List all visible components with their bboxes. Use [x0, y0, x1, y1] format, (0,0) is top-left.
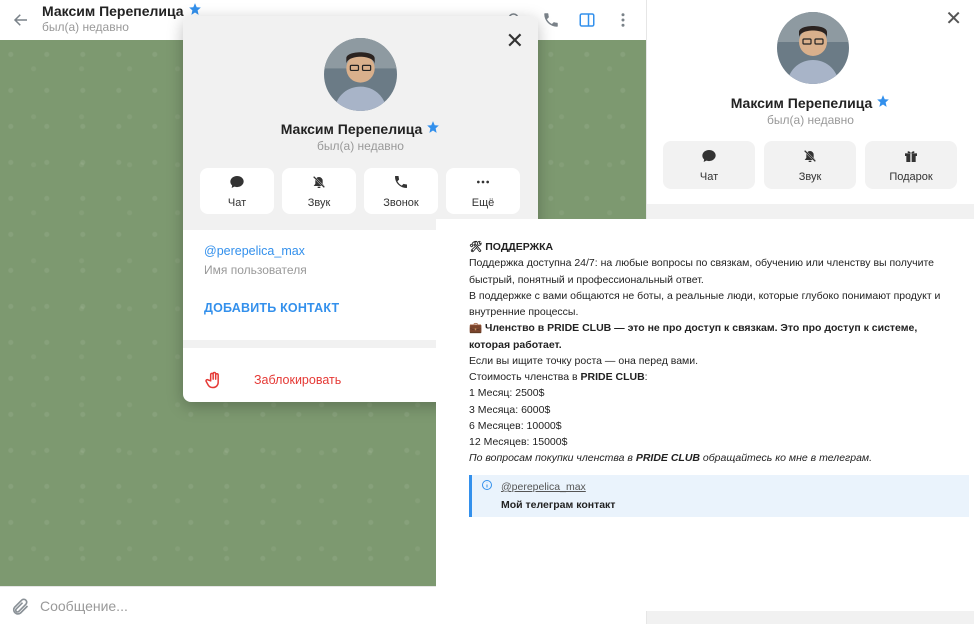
block-label: Заблокировать	[254, 373, 342, 387]
popup-status: был(а) недавно	[317, 139, 404, 153]
mute-icon	[802, 148, 818, 167]
note-club: PRIDE CLUB	[635, 452, 700, 465]
growth-text: Если вы ищите точку роста — она перед ва…	[469, 354, 699, 367]
right-panel-name: Максим Перепелица	[647, 94, 974, 111]
right-panel-chat-label: Чат	[699, 170, 719, 183]
contact-quote[interactable]: @perepelica_max Мой телеграм контакт	[469, 474, 969, 517]
right-panel-gift-label: Подарок	[889, 170, 933, 183]
popup-name: Максим Перепелица	[183, 120, 538, 137]
cost-label: Стоимость членства в PRIDE CLUB:	[469, 369, 958, 385]
more-button[interactable]: Ещё	[446, 168, 520, 214]
avatar[interactable]	[777, 12, 849, 84]
note-start: По вопросам покупки членства в	[469, 452, 636, 465]
quote-text: Мой телеграм контакт	[501, 498, 616, 511]
avatar[interactable]	[324, 38, 397, 111]
quote-username-link[interactable]: @perepelica_max	[501, 479, 969, 495]
right-panel-name-text: Максим Перепелица	[730, 94, 873, 111]
cost-label-end: :	[644, 371, 648, 384]
more-icon	[475, 174, 491, 193]
phone-icon[interactable]	[540, 9, 562, 31]
right-panel-gift-button[interactable]: Подарок	[865, 141, 957, 189]
message-card: 🛠 ПОДДЕРЖКА Поддержка доступна 24/7: на …	[436, 219, 974, 611]
price-item: 3 Месяца: 6000$	[469, 403, 551, 416]
info-icon	[481, 479, 493, 496]
support-title: 🛠 ПОДДЕРЖКА	[469, 241, 554, 253]
popup-name-text: Максим Перепелица	[280, 120, 423, 137]
mute-button[interactable]: Звук	[282, 168, 356, 214]
chat-icon	[229, 174, 245, 193]
right-panel-chat-button[interactable]: Чат	[663, 141, 755, 189]
hand-stop-icon	[204, 370, 228, 390]
chat-button-label: Чат	[227, 196, 247, 209]
mute-button-label: Звук	[307, 196, 331, 209]
membership-title: 💼 Членство в PRIDE CLUB — это не про дос…	[469, 322, 918, 351]
call-button[interactable]: Звонок	[364, 168, 438, 214]
mute-icon	[311, 174, 327, 193]
note-end: обращайтесь ко мне в телеграм.	[699, 452, 873, 465]
message-input[interactable]	[40, 597, 340, 614]
side-panel-toggle-icon[interactable]	[576, 9, 598, 31]
more-button-label: Ещё	[471, 196, 495, 209]
chat-icon	[701, 148, 717, 167]
phone-icon	[393, 174, 409, 193]
right-panel-header: ✕ Максим Перепелица был(а) недавно Чат З…	[647, 0, 974, 204]
chat-title-text: Максим Перепелица	[42, 2, 184, 19]
right-panel-mute-button[interactable]: Звук	[764, 141, 856, 189]
popup-actions: Чат Звук Звонок Ещё	[200, 168, 520, 214]
support-paragraph-1: Поддержка доступна 24/7: на любые вопрос…	[469, 257, 935, 286]
close-icon[interactable]: ✕	[945, 6, 962, 31]
cost-label-club: PRIDE CLUB	[580, 371, 645, 384]
purchase-note: По вопросам покупки членства в PRIDE CLU…	[469, 450, 958, 466]
price-item: 12 Месяцев: 15000$	[469, 436, 568, 449]
right-panel-mute-label: Звук	[798, 170, 822, 183]
more-vertical-icon[interactable]	[612, 9, 634, 31]
price-item: 1 Месяц: 2500$	[469, 387, 545, 400]
support-paragraph-2: В поддержке с вами общаются не боты, а р…	[469, 289, 941, 319]
call-button-label: Звонок	[383, 196, 419, 209]
back-arrow-icon[interactable]	[0, 0, 42, 40]
cost-label-text: Стоимость членства в	[469, 371, 581, 384]
popup-header: ✕ Максим Перепелица был(а) недавно Чат З…	[183, 16, 538, 230]
paperclip-icon[interactable]	[0, 596, 40, 616]
verified-star-icon	[426, 120, 440, 137]
gift-icon	[903, 148, 919, 167]
chat-button[interactable]: Чат	[200, 168, 274, 214]
right-panel-actions: Чат Звук Подарок	[663, 141, 957, 189]
right-panel-status: был(а) недавно	[767, 113, 854, 127]
verified-star-icon	[876, 94, 890, 111]
price-item: 6 Месяцев: 10000$	[469, 419, 562, 432]
close-icon[interactable]: ✕	[506, 28, 524, 54]
